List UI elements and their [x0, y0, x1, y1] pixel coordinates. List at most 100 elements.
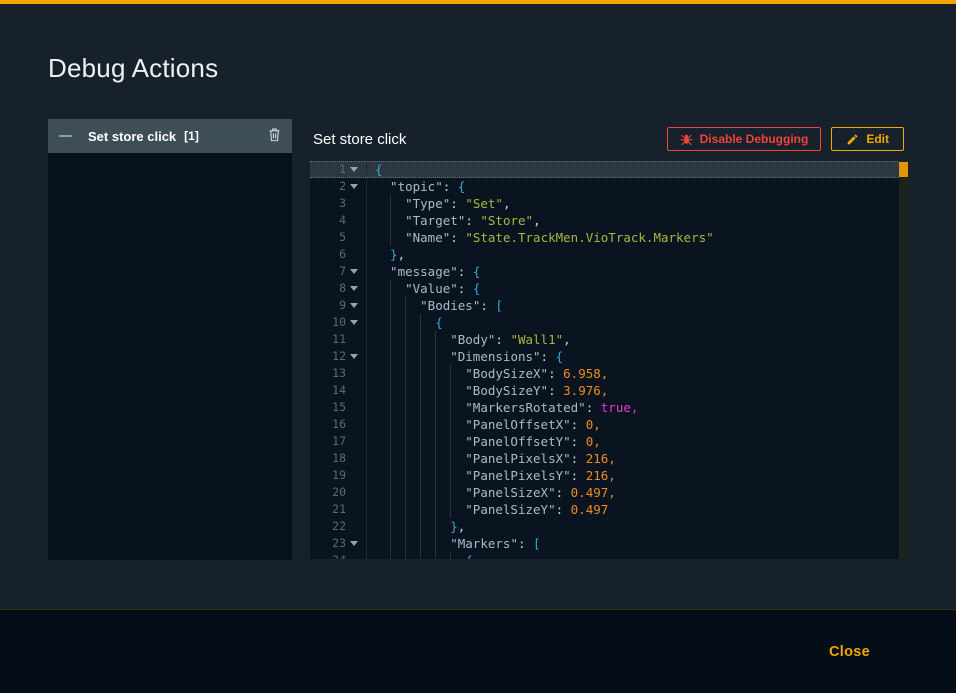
fold-arrow-icon[interactable]: [346, 297, 361, 314]
code-token: 3.976,: [563, 382, 608, 399]
fold-arrow-icon[interactable]: [346, 348, 361, 365]
indent-guide: [435, 535, 450, 552]
code-line[interactable]: 23"Markers": [: [310, 535, 908, 552]
fold-spacer: [346, 484, 361, 501]
indent-guide: [390, 382, 405, 399]
code-line[interactable]: 20"PanelSizeX": 0.497,: [310, 484, 908, 501]
code-line[interactable]: 5"Name": "State.TrackMen.VioTrack.Marker…: [310, 229, 908, 246]
json-code-editor[interactable]: 1{2"topic": {3"Type": "Set",4"Target": "…: [310, 161, 908, 559]
line-gutter: 9: [310, 297, 367, 314]
code-line[interactable]: 18"PanelPixelsX": 216,: [310, 450, 908, 467]
indent-guide: [435, 433, 450, 450]
code-token: :: [480, 297, 495, 314]
fold-arrow-icon[interactable]: [346, 263, 361, 280]
indent-guide: [375, 501, 390, 518]
disable-debugging-button[interactable]: Disable Debugging: [667, 127, 822, 151]
code-line[interactable]: 22},: [310, 518, 908, 535]
indent-guide: [420, 484, 435, 501]
code-line[interactable]: 10{: [310, 314, 908, 331]
indent-guide: [450, 552, 465, 559]
fold-spacer: [346, 246, 361, 263]
code-line[interactable]: 17"PanelOffsetY": 0,: [310, 433, 908, 450]
indent-guide: [435, 416, 450, 433]
line-number: 15: [332, 399, 346, 416]
indent-guide: [450, 416, 465, 433]
sidebar-item-set-store-click[interactable]: Set store click [1]: [48, 119, 292, 153]
code-line[interactable]: 15"MarkersRotated": true,: [310, 399, 908, 416]
delete-action-button[interactable]: [268, 127, 281, 145]
code-line[interactable]: 1{: [310, 161, 908, 178]
indent-guide: [405, 297, 420, 314]
indent-guide: [420, 501, 435, 518]
code-line[interactable]: 9"Bodies": [: [310, 297, 908, 314]
indent-guide: [405, 467, 420, 484]
indent-guide: [450, 450, 465, 467]
indent-guide: [375, 416, 390, 433]
line-gutter: 16: [310, 416, 367, 433]
code-content: "Body": "Wall1",: [367, 331, 571, 348]
indent-guide: [375, 331, 390, 348]
indent-guide: [405, 501, 420, 518]
fold-arrow-icon[interactable]: [346, 535, 361, 552]
code-token: "PanelOffsetX": [465, 416, 570, 433]
code-line[interactable]: 11 "Body": "Wall1",: [310, 331, 908, 348]
code-line[interactable]: 16"PanelOffsetX": 0,: [310, 416, 908, 433]
code-line[interactable]: 3"Type": "Set",: [310, 195, 908, 212]
indent-guide: [405, 552, 420, 559]
action-list-panel: Set store click [1]: [48, 119, 292, 560]
code-token: :: [458, 280, 473, 297]
code-line[interactable]: 8"Value": {: [310, 280, 908, 297]
code-token: true,: [601, 399, 639, 416]
code-line[interactable]: 6},: [310, 246, 908, 263]
code-token: :: [450, 229, 465, 246]
indent-guide: [375, 348, 390, 365]
code-line[interactable]: 19"PanelPixelsY": 216,: [310, 467, 908, 484]
code-token: :: [450, 195, 465, 212]
code-token: 0,: [586, 416, 601, 433]
line-gutter: 4: [310, 212, 367, 229]
scrollbar-thumb[interactable]: [899, 162, 908, 177]
code-line[interactable]: 24{: [310, 552, 908, 559]
code-token: :: [495, 331, 510, 348]
fold-arrow-icon[interactable]: [346, 280, 361, 297]
line-number: 11: [332, 331, 346, 348]
code-line[interactable]: 7"message": {: [310, 263, 908, 280]
code-line[interactable]: 4"Target": "Store",: [310, 212, 908, 229]
code-line[interactable]: 21"PanelSizeY": 0.497: [310, 501, 908, 518]
close-button[interactable]: Close: [823, 643, 876, 661]
code-token: :: [465, 212, 480, 229]
code-token: {: [473, 280, 481, 297]
fold-spacer: [346, 195, 361, 212]
code-content: "Type": "Set",: [367, 195, 510, 212]
dialog-footer: Close: [0, 609, 956, 693]
code-line[interactable]: 2"topic": {: [310, 178, 908, 195]
indent-guide: [405, 399, 420, 416]
line-number: 1: [339, 161, 346, 178]
indent-guide: [405, 365, 420, 382]
code-line[interactable]: 14"BodySizeY": 3.976,: [310, 382, 908, 399]
detail-header: Set store click Disabl: [310, 119, 908, 159]
code-content: "Dimensions": {: [367, 348, 563, 365]
fold-arrow-icon[interactable]: [346, 178, 361, 195]
indent-guide: [405, 433, 420, 450]
fold-arrow-icon[interactable]: [346, 161, 361, 178]
code-line[interactable]: 12 "Dimensions": {: [310, 348, 908, 365]
line-gutter: 15: [310, 399, 367, 416]
collapse-minus-icon[interactable]: [59, 135, 72, 137]
indent-guide: [420, 365, 435, 382]
indent-guide: [420, 467, 435, 484]
edit-button[interactable]: Edit: [831, 127, 904, 151]
code-line[interactable]: 13"BodySizeX": 6.958,: [310, 365, 908, 382]
editor-scrollbar[interactable]: [899, 161, 908, 559]
fold-arrow-icon[interactable]: [346, 314, 361, 331]
code-token: }: [390, 246, 398, 263]
line-number: 10: [332, 314, 346, 331]
code-token: {: [465, 552, 473, 559]
line-number: 12: [332, 348, 346, 365]
fold-spacer: [346, 365, 361, 382]
trash-icon: [268, 127, 281, 145]
disable-debugging-label: Disable Debugging: [700, 132, 809, 146]
sidebar-item-count: [1]: [184, 129, 199, 143]
code-token: "Name": [405, 229, 450, 246]
line-gutter: 1: [310, 161, 367, 178]
